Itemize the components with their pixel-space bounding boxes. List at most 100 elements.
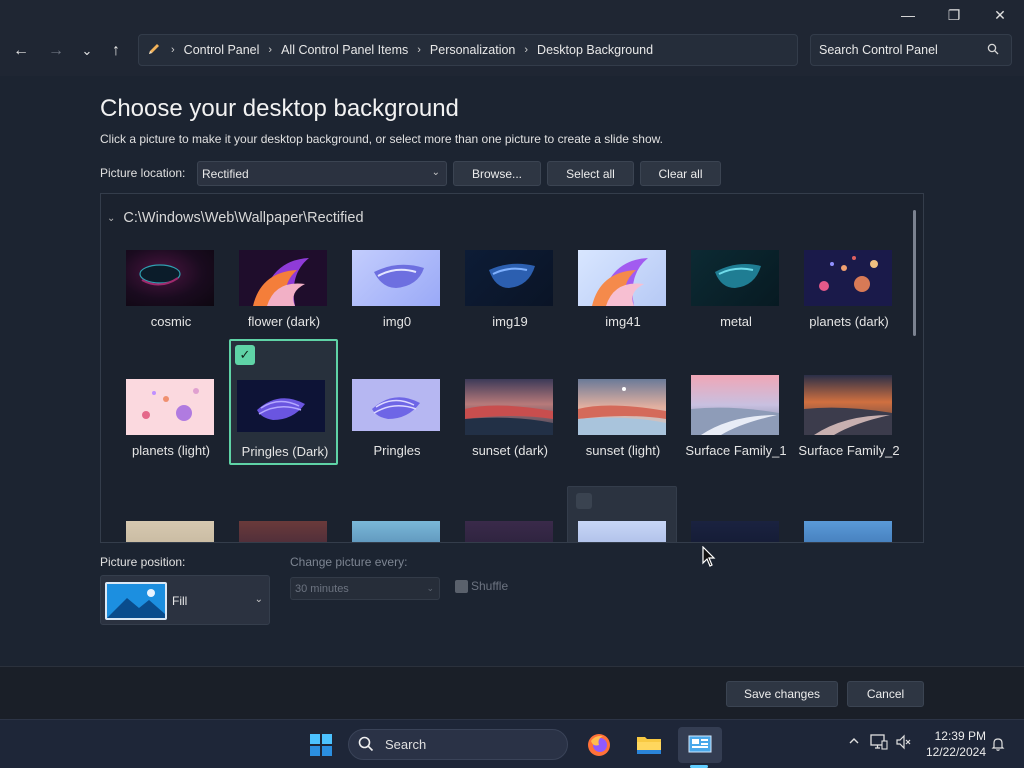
up-button[interactable]: ↑ bbox=[103, 38, 129, 64]
forward-button[interactable]: → bbox=[43, 38, 69, 64]
back-button[interactable]: ← bbox=[8, 38, 34, 64]
mouse-cursor-icon bbox=[702, 545, 716, 573]
wallpaper-caption: Pringles bbox=[373, 443, 421, 458]
page-description: Click a picture to make it your desktop … bbox=[100, 132, 663, 146]
chevron-down-icon: ⌄ bbox=[431, 167, 440, 178]
search-placeholder: Search Control Panel bbox=[819, 43, 938, 57]
wallpaper-pringles[interactable]: Pringles bbox=[343, 368, 449, 492]
breadcrumb-all-items[interactable]: All Control Panel Items bbox=[281, 43, 408, 57]
select-all-button[interactable]: Select all bbox=[547, 161, 634, 186]
wallpaper-caption: metal bbox=[720, 314, 752, 329]
wallpaper-thumbnail bbox=[126, 521, 214, 542]
wallpaper-thumbnail bbox=[465, 250, 553, 306]
cancel-button[interactable]: Cancel bbox=[847, 681, 924, 707]
close-button[interactable]: ✕ bbox=[977, 0, 1023, 30]
wallpaper-thumbnail bbox=[237, 380, 325, 436]
wallpaper-row3-4[interactable] bbox=[456, 510, 562, 542]
wallpaper-img0[interactable]: img0 bbox=[343, 239, 449, 363]
checkbox-icon[interactable] bbox=[576, 493, 592, 509]
wallpaper-surface-family-2[interactable]: Surface Family_2 bbox=[795, 368, 901, 500]
wallpaper-gallery[interactable]: ⌄ C:\Windows\Web\Wallpaper\Rectified cos… bbox=[100, 193, 924, 543]
wallpaper-pringles-dark[interactable]: ✓ Pringles (Dark) bbox=[229, 339, 338, 465]
wallpaper-thumbnail bbox=[239, 521, 327, 542]
wallpaper-planets-dark[interactable]: planets (dark) bbox=[795, 239, 901, 363]
wallpaper-cosmic[interactable]: cosmic bbox=[117, 239, 223, 363]
wallpaper-thumbnail bbox=[239, 250, 327, 306]
title-bar: — ❐ ✕ bbox=[0, 0, 1024, 30]
start-icon[interactable] bbox=[303, 727, 339, 763]
browse-button[interactable]: Browse... bbox=[453, 161, 541, 186]
wallpaper-caption: Surface Family_2 bbox=[798, 443, 900, 458]
chevron-down-icon: ⌄ bbox=[426, 583, 434, 593]
page-title: Choose your desktop background bbox=[100, 95, 459, 122]
search-input[interactable]: Search Control Panel bbox=[810, 34, 1012, 66]
gallery-scrollbar[interactable] bbox=[913, 210, 916, 336]
dialog-footer: Save changes Cancel bbox=[0, 666, 1024, 719]
shuffle-label: Shuffle bbox=[471, 579, 509, 593]
taskbar-search-label: Search bbox=[385, 737, 427, 752]
wallpaper-thumbnail bbox=[126, 379, 214, 435]
wallpaper-sunset-dark[interactable]: sunset (dark) bbox=[456, 368, 562, 492]
breadcrumb-separator: › bbox=[417, 44, 421, 56]
taskbar: Search 12:39 PM 12/22/2024 bbox=[0, 719, 1024, 768]
change-picture-select[interactable]: 30 minutes ⌄ bbox=[290, 577, 440, 600]
wallpaper-row3-7[interactable] bbox=[795, 510, 901, 542]
change-picture-value: 30 minutes bbox=[295, 583, 349, 595]
chevron-up-icon[interactable] bbox=[848, 734, 860, 750]
taskbar-search[interactable]: Search bbox=[348, 729, 568, 760]
file-explorer-icon[interactable] bbox=[631, 727, 667, 763]
wallpaper-thumbnail bbox=[465, 521, 553, 542]
firefox-icon[interactable] bbox=[581, 727, 617, 763]
wallpaper-sunset-light[interactable]: sunset (light) bbox=[569, 368, 675, 492]
control-panel-icon[interactable] bbox=[678, 727, 722, 763]
folder-group-header[interactable]: ⌄ C:\Windows\Web\Wallpaper\Rectified bbox=[107, 210, 364, 226]
taskbar-clock[interactable]: 12:39 PM 12/22/2024 bbox=[914, 728, 986, 760]
fill-position-icon bbox=[105, 582, 167, 620]
wallpaper-row3-1[interactable] bbox=[117, 510, 223, 542]
wallpaper-thumbnail bbox=[804, 250, 892, 306]
wallpaper-caption: flower (dark) bbox=[247, 314, 321, 329]
wallpaper-thumbnail bbox=[578, 250, 666, 306]
wallpaper-thumbnail bbox=[126, 250, 214, 306]
wallpaper-row3-6[interactable] bbox=[682, 510, 788, 542]
recent-locations-button[interactable]: ⌄ bbox=[74, 38, 100, 64]
wallpaper-thumbnail bbox=[578, 379, 666, 435]
shuffle-checkbox[interactable] bbox=[455, 580, 468, 593]
search-icon bbox=[987, 43, 999, 58]
breadcrumb-separator: › bbox=[524, 44, 529, 56]
wallpaper-row3-5[interactable] bbox=[567, 486, 677, 542]
picture-location-value: Rectified bbox=[202, 167, 249, 181]
wallpaper-caption: planets (light) bbox=[131, 443, 211, 458]
wallpaper-img41[interactable]: img41 bbox=[569, 239, 675, 363]
wallpaper-metal[interactable]: metal bbox=[682, 239, 788, 363]
wallpaper-caption: img19 bbox=[492, 314, 528, 329]
notification-bell-icon[interactable] bbox=[990, 736, 1006, 755]
wallpaper-thumbnail bbox=[352, 379, 440, 431]
change-picture-label: Change picture every: bbox=[290, 555, 408, 569]
wallpaper-caption: sunset (light) bbox=[585, 443, 661, 458]
address-bar[interactable]: › Control Panel › All Control Panel Item… bbox=[138, 34, 923, 66]
volume-muted-icon[interactable] bbox=[895, 734, 911, 753]
wallpaper-row3-3[interactable] bbox=[343, 510, 449, 542]
wallpaper-thumbnail bbox=[691, 521, 779, 542]
minimize-button[interactable]: — bbox=[885, 0, 931, 30]
breadcrumb-separator: › bbox=[268, 44, 273, 56]
clear-all-button[interactable]: Clear all bbox=[640, 161, 721, 186]
wallpaper-planets-light[interactable]: planets (light) bbox=[117, 368, 223, 492]
wallpaper-row3-2[interactable] bbox=[230, 510, 336, 542]
wallpaper-img19[interactable]: img19 bbox=[456, 239, 562, 363]
picture-location-select[interactable]: Rectified ⌄ bbox=[197, 161, 447, 186]
checkmark-icon[interactable]: ✓ bbox=[235, 345, 255, 365]
wallpaper-caption: planets (dark) bbox=[809, 314, 889, 329]
wallpaper-thumbnail bbox=[691, 250, 779, 306]
restore-button[interactable]: ❐ bbox=[931, 0, 977, 30]
clock-time: 12:39 PM bbox=[934, 729, 986, 743]
wallpaper-thumbnail bbox=[691, 375, 779, 435]
wallpaper-surface-family-1[interactable]: Surface Family_1 bbox=[682, 368, 788, 500]
breadcrumb-personalization[interactable]: Personalization bbox=[430, 43, 515, 57]
breadcrumb-control-panel[interactable]: Control Panel bbox=[184, 43, 260, 57]
network-icon[interactable] bbox=[870, 734, 888, 753]
picture-position-select[interactable]: Fill ⌄ bbox=[100, 575, 270, 625]
breadcrumb-desktop-background[interactable]: Desktop Background bbox=[537, 43, 653, 57]
save-changes-button[interactable]: Save changes bbox=[726, 681, 838, 707]
